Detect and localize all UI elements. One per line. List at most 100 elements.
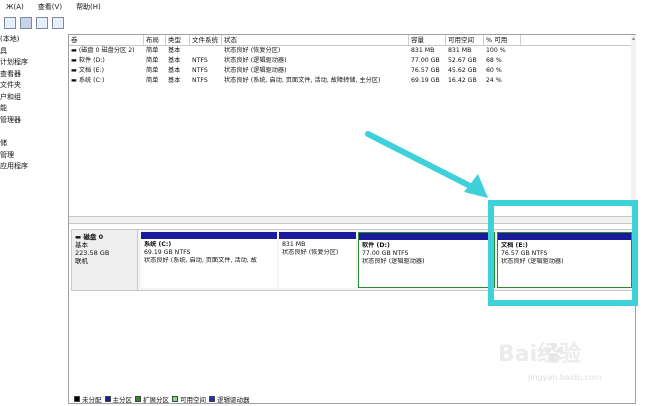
- sidebar-item-local[interactable]: (本地): [0, 34, 66, 46]
- cell-percent-free: 60 %: [486, 67, 502, 74]
- partition-system-c[interactable]: 系统 (C:) 69.19 GB NTFS 状态良好 (系统, 启动, 页面文件…: [141, 232, 277, 288]
- legend-swatch-free-space: [172, 395, 178, 402]
- watermark-url: jingyan.baidu.com: [528, 373, 602, 382]
- cell-volume: ▬ 系统 (C:): [71, 77, 105, 84]
- cell-layout: 简单: [146, 77, 159, 84]
- sidebar-item-task-scheduler[interactable]: 计划程序: [0, 57, 66, 69]
- sidebar: (本地) 具 计划程序 查看器 文件夹 户和组 能 管理器 储 管理 应用程序: [0, 34, 66, 406]
- cell-type: 基本: [168, 67, 181, 74]
- col-filesystem[interactable]: 文件系统: [190, 35, 222, 45]
- menu-item-help[interactable]: 帮助(H): [76, 2, 101, 12]
- partition-software-d[interactable]: 软件 (D:) 77.00 GB NTFS 状态良好 (逻辑驱动器): [358, 232, 495, 288]
- menu-item-action[interactable]: Ж(A): [6, 3, 24, 11]
- sidebar-item-performance[interactable]: 能: [0, 103, 66, 115]
- back-icon[interactable]: [4, 17, 16, 29]
- partition-name: 软件 (D:): [362, 242, 390, 249]
- partition-size: 69.19 GB NTFS: [144, 249, 191, 256]
- cell-volume: ▬ 软件 (D:): [71, 57, 105, 64]
- volume-table-header: 卷 布局 类型 文件系统 状态 容量 可用空间 % 可用: [69, 35, 635, 46]
- cell-capacity: 77.00 GB: [411, 57, 440, 64]
- cell-type: 基本: [168, 77, 181, 84]
- legend-swatch-extended: [135, 395, 141, 402]
- cell-percent-free: 24 %: [486, 77, 502, 84]
- cell-status: 状态良好 (逻辑驱动器): [224, 57, 287, 64]
- cell-capacity: 69.19 GB: [411, 77, 440, 84]
- volume-table-body: ▬ (磁盘 0 磁盘分区 2) 简单 基本 状态良好 (恢复分区) 831 MB…: [69, 46, 635, 86]
- menu-item-view[interactable]: 查看(V): [38, 2, 62, 12]
- forward-icon[interactable]: [20, 17, 32, 29]
- sidebar-item-device-manager[interactable]: 管理器: [0, 115, 66, 127]
- highlight-box: [488, 200, 638, 306]
- table-row[interactable]: ▬ (磁盘 0 磁盘分区 2) 简单 基本 状态良好 (恢复分区) 831 MB…: [69, 46, 635, 56]
- legend-label-free-space: 可用空间: [180, 395, 206, 404]
- menu-bar: Ж(A) 查看(V) 帮助(H): [0, 0, 646, 14]
- disk-name: ▬ 磁盘 0: [75, 233, 104, 241]
- cell-free-space: 16.42 GB: [448, 77, 477, 84]
- cell-filesystem: NTFS: [192, 77, 208, 84]
- cell-free-space: 831 MB: [448, 47, 472, 54]
- cell-percent-free: 68 %: [486, 57, 502, 64]
- annotation-arrow-icon: [365, 131, 488, 198]
- legend-label-unallocated: 未分配: [82, 395, 102, 404]
- properties-icon[interactable]: [36, 17, 48, 29]
- watermark-text: Bai经验: [498, 342, 582, 367]
- partition-status: 状态良好 (逻辑驱动器): [362, 258, 425, 265]
- col-type[interactable]: 类型: [166, 35, 190, 45]
- sidebar-item-applications[interactable]: 应用程序: [0, 161, 66, 173]
- partition-status: 状态良好 (恢复分区): [282, 249, 339, 256]
- partition-bar: [359, 233, 494, 240]
- legend-label-extended: 扩展分区: [143, 395, 169, 404]
- cell-type: 基本: [168, 57, 181, 64]
- col-free-space[interactable]: 可用空间: [446, 35, 484, 45]
- cell-status: 状态良好 (系统, 启动, 页面文件, 活动, 故障转储, 主分区): [224, 77, 381, 84]
- toolbar: [0, 14, 646, 32]
- cell-percent-free: 100 %: [486, 47, 506, 54]
- cell-free-space: 52.67 GB: [448, 57, 477, 64]
- sidebar-item-tools[interactable]: 具: [0, 46, 66, 58]
- col-volume[interactable]: 卷: [69, 35, 144, 45]
- legend-swatch-unallocated: [74, 395, 80, 402]
- cell-filesystem: NTFS: [192, 67, 208, 74]
- col-capacity[interactable]: 容量: [409, 35, 446, 45]
- table-row[interactable]: ▬ 软件 (D:) 简单 基本 NTFS 状态良好 (逻辑驱动器) 77.00 …: [69, 56, 635, 66]
- partition-size: 77.00 GB NTFS: [362, 250, 409, 257]
- cell-status: 状态良好 (逻辑驱动器): [224, 67, 287, 74]
- sidebar-item-event-viewer[interactable]: 查看器: [0, 69, 66, 81]
- sidebar-item-storage[interactable]: 储: [0, 138, 66, 150]
- legend: 未分配 主分区 扩展分区 可用空间 逻辑驱动器: [71, 394, 631, 404]
- disk-status: 联机: [75, 257, 88, 265]
- disk-label[interactable]: ▬ 磁盘 0 基本 223.58 GB 联机: [72, 230, 138, 290]
- table-row[interactable]: ▬ 系统 (C:) 简单 基本 NTFS 状态良好 (系统, 启动, 页面文件,…: [69, 76, 635, 86]
- cell-volume: ▬ 文档 (E:): [71, 67, 104, 74]
- cell-capacity: 831 MB: [411, 47, 435, 54]
- cell-filesystem: [190, 46, 222, 56]
- disk-type: 基本: [75, 241, 88, 249]
- col-status[interactable]: 状态: [222, 35, 409, 45]
- sidebar-item-users-groups[interactable]: 户和组: [0, 92, 66, 104]
- legend-label-logical: 逻辑驱动器: [217, 395, 250, 404]
- cell-layout: 简单: [146, 57, 159, 64]
- sidebar-item-shared-folders[interactable]: 文件夹: [0, 80, 66, 92]
- table-row[interactable]: ▬ 文档 (E:) 简单 基本 NTFS 状态良好 (逻辑驱动器) 76.57 …: [69, 66, 635, 76]
- partition-size: 831 MB: [282, 241, 306, 248]
- cell-status: 状态良好 (恢复分区): [224, 47, 281, 54]
- partition-name: 系统 (C:): [144, 241, 172, 248]
- scrollbar[interactable]: [631, 35, 636, 215]
- sidebar-item-disk-management[interactable]: 管理: [0, 150, 66, 162]
- cell-layout: 简单: [146, 67, 159, 74]
- col-percent-free[interactable]: % 可用: [484, 35, 521, 45]
- disk-size: 223.58 GB: [75, 249, 110, 257]
- partition-recovery[interactable]: 831 MB 状态良好 (恢复分区): [279, 232, 356, 288]
- partition-bar: [141, 232, 277, 239]
- cell-volume: ▬ (磁盘 0 磁盘分区 2): [71, 47, 135, 54]
- col-layout[interactable]: 布局: [144, 35, 166, 45]
- cell-free-space: 45.62 GB: [448, 67, 477, 74]
- partition-bar: [279, 232, 356, 239]
- cell-filesystem: NTFS: [192, 57, 208, 64]
- cell-type: 基本: [168, 47, 181, 54]
- partition-status: 状态良好 (系统, 启动, 页面文件, 活动, 故: [144, 257, 257, 264]
- legend-swatch-logical: [209, 395, 215, 402]
- legend-label-primary: 主分区: [112, 395, 133, 404]
- cell-layout: 简单: [146, 47, 159, 54]
- help-icon[interactable]: [52, 17, 64, 29]
